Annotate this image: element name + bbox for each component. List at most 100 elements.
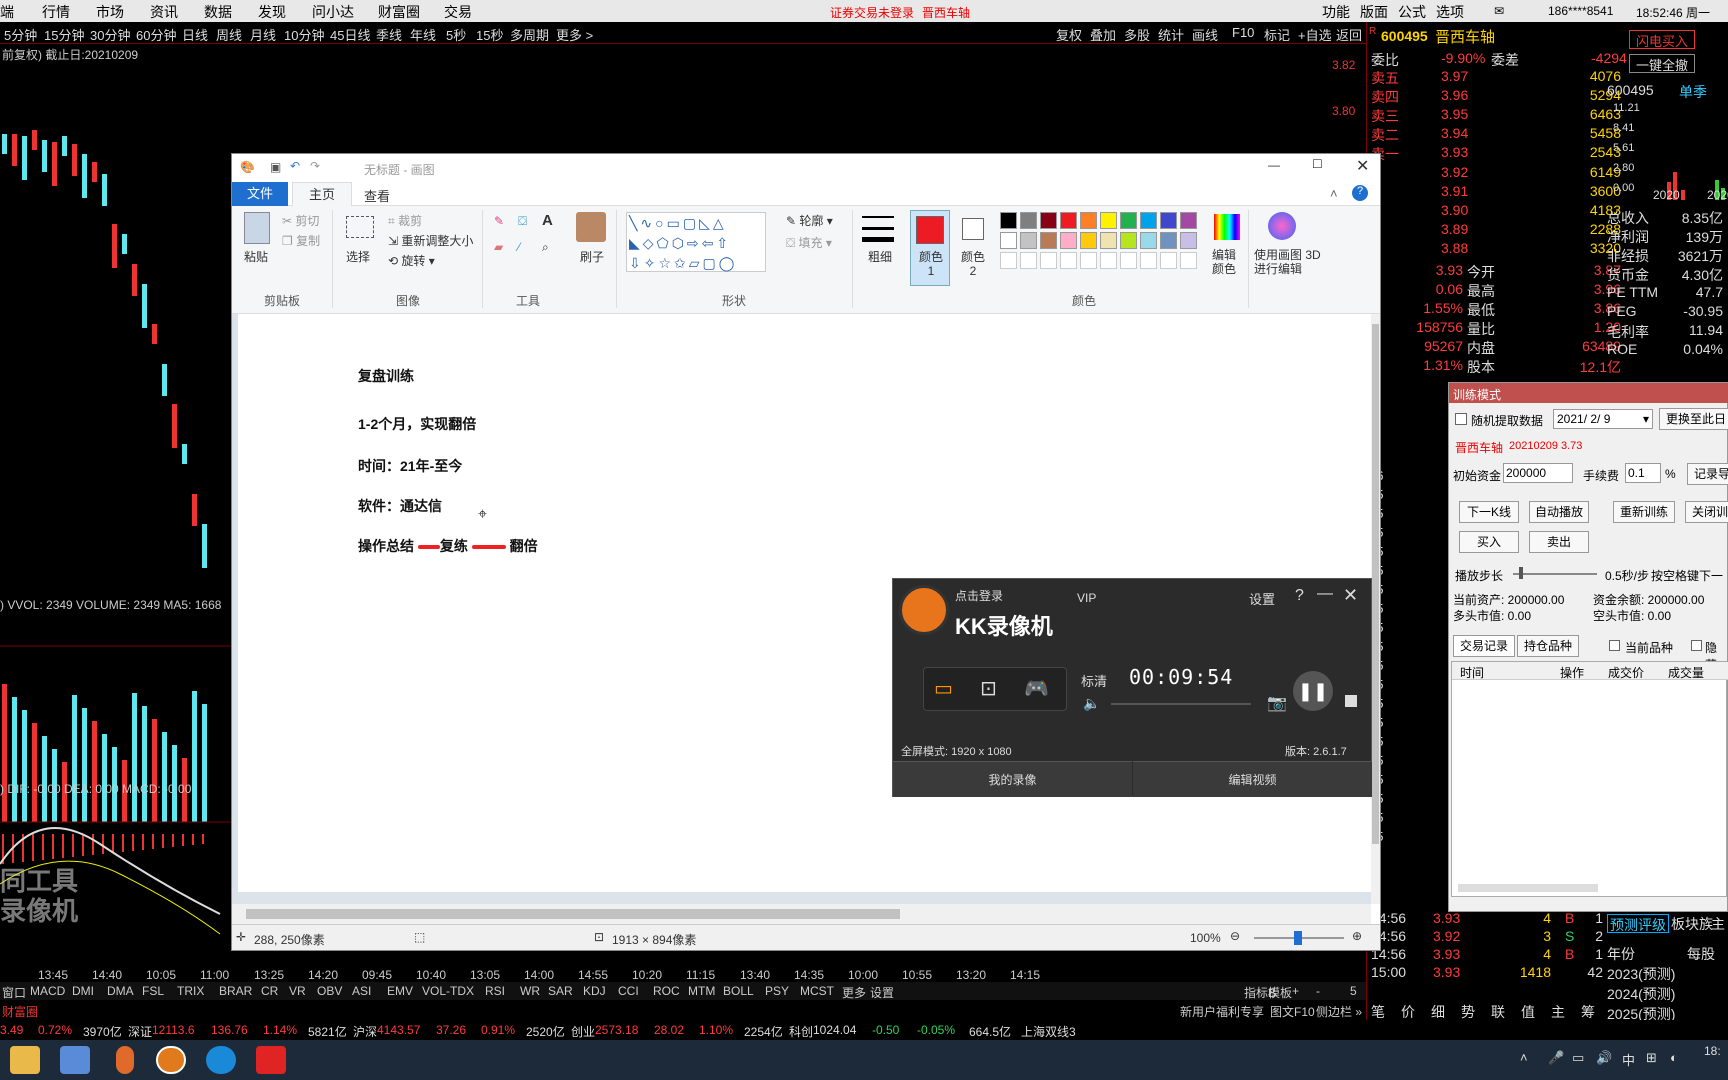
size-button[interactable]: 粗细 <box>868 248 892 265</box>
palette-swatch[interactable] <box>1080 232 1097 249</box>
date-picker[interactable]: 2021/ 2/ 9 ▾ <box>1553 409 1653 429</box>
col-header[interactable]: 时间 <box>1460 664 1484 681</box>
indicator-tab[interactable]: RSI <box>485 984 505 998</box>
forecast-tab[interactable]: 预测评级 <box>1607 914 1669 933</box>
random-checkbox[interactable] <box>1455 413 1467 425</box>
palette-swatch[interactable] <box>1140 232 1157 249</box>
minimize-button[interactable]: — <box>1317 585 1333 603</box>
tray-battery-icon[interactable]: ▭ <box>1572 1050 1584 1066</box>
tray-mic-icon[interactable]: 🎤 <box>1548 1050 1564 1066</box>
col-header[interactable]: 成交量 <box>1668 664 1704 681</box>
maximize-button[interactable]: ☐ <box>1312 157 1323 171</box>
indicator-tab[interactable]: SAR <box>548 984 573 998</box>
palette-empty-swatch[interactable] <box>1000 252 1017 269</box>
minimize-button[interactable]: — <box>1268 158 1280 172</box>
indicator-tab[interactable]: ASI <box>352 984 371 998</box>
palette-swatch[interactable] <box>1080 212 1097 229</box>
indicator-tab[interactable]: PSY <box>765 984 789 998</box>
step-slider-thumb[interactable] <box>1519 567 1523 579</box>
season-toggle[interactable]: 单季 <box>1679 82 1707 101</box>
region-mode-icon[interactable]: ⊡ <box>980 676 997 701</box>
palette-swatch[interactable] <box>1020 232 1037 249</box>
brush-button[interactable]: 刷子 <box>580 248 604 265</box>
palette-empty-swatch[interactable] <box>1180 252 1197 269</box>
pause-button[interactable]: ❚❚ <box>1293 671 1333 711</box>
menu-item[interactable]: 数据 <box>204 2 232 22</box>
palette-swatch[interactable] <box>1140 212 1157 229</box>
screenshot-icon[interactable]: 📷 <box>1267 693 1287 713</box>
paste-button[interactable]: 粘贴 <box>244 248 268 265</box>
indicator-tab[interactable]: DMI <box>72 984 94 998</box>
period-tab[interactable]: 年线 <box>410 25 436 44</box>
microphone-icon[interactable] <box>116 1046 134 1074</box>
main-tab[interactable]: 主 <box>1711 914 1725 933</box>
magnifier-icon[interactable]: ⌕ <box>542 240 549 255</box>
period-tab[interactable]: 60分钟 <box>136 25 176 44</box>
settings-button[interactable]: 设置 <box>1249 589 1275 608</box>
file-tab[interactable]: 文件 <box>232 182 288 206</box>
text-tool-icon[interactable]: A <box>542 212 553 229</box>
palette-swatch[interactable] <box>1060 232 1077 249</box>
period-tab[interactable]: 10分钟 <box>284 25 324 44</box>
resize-button[interactable]: ⇲ 重新调整大小 <box>388 232 473 249</box>
mail-icon[interactable]: ✉ <box>1494 4 1504 18</box>
tool-button[interactable]: 多股 <box>1124 25 1150 44</box>
indicator-tab[interactable]: TRIX <box>177 984 204 998</box>
fee-input[interactable] <box>1625 463 1661 483</box>
kk-recorder-window[interactable]: 点击登录 VIP 设置 ? — ✕ KK录像机 ▭ ⊡ 🎮 标清 00:09:5… <box>892 578 1372 797</box>
bottom-tab[interactable]: 筹 <box>1581 1002 1595 1022</box>
undo-icon[interactable]: ↶ <box>290 159 300 173</box>
palette-swatch[interactable] <box>1060 212 1077 229</box>
help-icon[interactable]: ? <box>1352 185 1368 201</box>
redo-icon[interactable]: ↷ <box>310 159 320 173</box>
palette-swatch[interactable] <box>1000 212 1017 229</box>
close-button[interactable]: ✕ <box>1343 585 1358 606</box>
ime-indicator[interactable]: 中 <box>1622 1050 1635 1069</box>
palette-swatch[interactable] <box>1100 232 1117 249</box>
zoom-slider-thumb[interactable] <box>1294 931 1302 945</box>
volume-slider[interactable] <box>1111 703 1251 705</box>
indicator-tab[interactable]: EMV <box>387 984 413 998</box>
sidebar-toggle[interactable]: 侧边栏 » <box>1316 1003 1362 1020</box>
sector-tab[interactable]: 板块族 <box>1671 914 1713 933</box>
step-slider[interactable] <box>1513 573 1597 575</box>
brush-icon[interactable] <box>576 212 606 242</box>
edge-browser-icon[interactable] <box>206 1046 236 1074</box>
autoplay-button[interactable]: 自动播放 <box>1529 501 1589 523</box>
tray-volume-icon[interactable]: 🔊 <box>1596 1050 1612 1066</box>
indicator-tab[interactable]: BRAR <box>219 984 252 998</box>
my-recordings-button[interactable]: 我的录像 <box>893 761 1132 797</box>
account-id[interactable]: 186****8541 <box>1548 4 1613 18</box>
scroll-thumb[interactable] <box>1372 324 1379 844</box>
view-tab[interactable]: 查看 <box>364 186 390 205</box>
paint-window[interactable]: 🎨 ▣ ↶ ↷ 无标题 - 画图 — ☐ ✕ 文件 主页 查看 ˄ ? 粘贴 ✂… <box>232 154 1380 950</box>
bottom-tab[interactable]: 值 <box>1521 1002 1535 1022</box>
news-link[interactable]: 新用户福利专享 <box>1180 1003 1264 1020</box>
tool-button[interactable]: 叠加 <box>1090 25 1116 44</box>
next-kline-button[interactable]: 下一K线 <box>1459 501 1519 523</box>
table-scrollbar[interactable] <box>1458 884 1598 892</box>
bottom-tab[interactable]: 势 <box>1461 1002 1475 1022</box>
indicator-tool[interactable]: 模板 <box>1268 984 1292 1001</box>
palette-swatch[interactable] <box>1020 212 1037 229</box>
volume-icon[interactable]: 🔈 <box>1083 695 1100 712</box>
indicator-tab[interactable]: 设置 <box>870 984 894 1001</box>
palette-swatch[interactable] <box>1100 212 1117 229</box>
indicator-tab[interactable]: MCST <box>800 984 834 998</box>
switch-date-button[interactable]: 更换至此日 <box>1659 408 1728 430</box>
trade-record-tab[interactable]: 交易记录 <box>1453 635 1515 657</box>
login-link[interactable]: 点击登录 <box>955 587 1003 604</box>
tray-up-icon[interactable]: ˄ <box>1520 1050 1528 1065</box>
menu-item[interactable]: 选项 <box>1436 2 1464 22</box>
game-mode-icon[interactable]: 🎮 <box>1024 676 1049 701</box>
current-stock-checkbox[interactable] <box>1609 640 1620 651</box>
chevron-down-icon[interactable]: ▾ <box>1643 412 1649 426</box>
indicator-tool[interactable]: - <box>1316 984 1320 998</box>
edit-colors-button[interactable]: 编辑颜色 <box>1212 248 1242 276</box>
indicator-tab[interactable]: MACD <box>30 984 65 998</box>
tool-button[interactable]: 画线 <box>1192 25 1218 44</box>
tray-app-icon[interactable]: ◐ <box>1670 1050 1678 1065</box>
palette-swatch[interactable] <box>1040 212 1057 229</box>
help-icon[interactable]: ? <box>1295 587 1304 605</box>
menu-item[interactable]: 问小达 <box>312 2 354 22</box>
